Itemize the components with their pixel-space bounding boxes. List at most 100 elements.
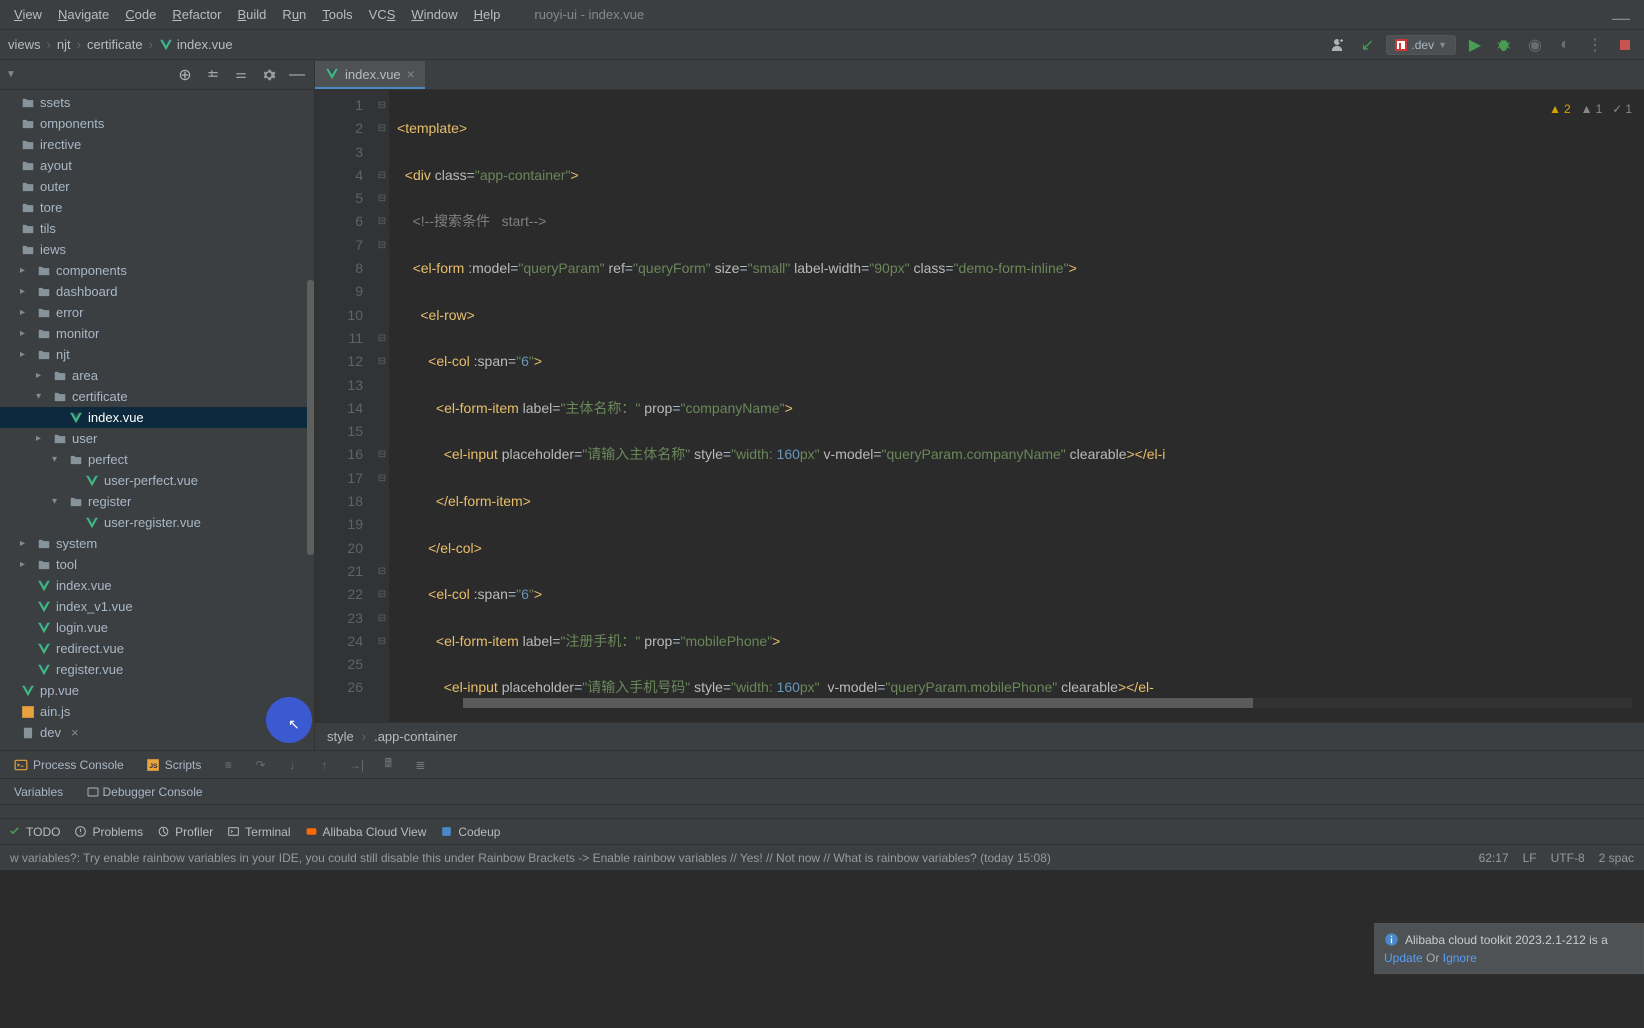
weak-warning-badge[interactable]: ▲ 1 (1581, 98, 1603, 121)
user-add-icon[interactable] (1326, 34, 1348, 56)
tree-item-ayout[interactable]: ayout (0, 155, 314, 176)
menu-window[interactable]: Window (405, 5, 463, 24)
tree-item-njt[interactable]: ▸njt (0, 344, 314, 365)
tree-item-outer[interactable]: outer (0, 176, 314, 197)
tree-item-user-perfect-vue[interactable]: user-perfect.vue (0, 470, 314, 491)
encoding[interactable]: UTF-8 (1551, 851, 1585, 865)
indent[interactable]: 2 spac (1599, 851, 1634, 865)
tree-item-omponents[interactable]: omponents (0, 113, 314, 134)
menu-vcs[interactable]: VCS (363, 5, 402, 24)
settings-icon[interactable] (258, 64, 280, 86)
problems-tab[interactable]: Problems (74, 825, 143, 839)
tree-item-login-vue[interactable]: login.vue (0, 617, 314, 638)
close-icon[interactable]: × (407, 66, 415, 82)
run-button[interactable]: ▶ (1464, 34, 1486, 56)
debug-button[interactable] (1494, 34, 1516, 56)
debugger-console-tab[interactable]: Debugger Console (81, 782, 208, 802)
menu-navigate[interactable]: Navigate (52, 5, 115, 24)
code-breadcrumb[interactable]: style › .app-container (315, 722, 1644, 750)
breadcrumb-item[interactable]: style (327, 729, 354, 744)
breadcrumb-item[interactable]: njt (57, 37, 71, 52)
run-config-selector[interactable]: .dev ▼ (1386, 35, 1456, 55)
codeup-tab[interactable]: Codeup (440, 825, 500, 839)
threads-icon[interactable]: ≡ (217, 754, 239, 776)
tree-item-register-vue[interactable]: register.vue (0, 659, 314, 680)
menu-view[interactable]: View (8, 5, 48, 24)
horizontal-scrollbar[interactable] (463, 698, 1632, 708)
tree-item-irective[interactable]: irective (0, 134, 314, 155)
line-separator[interactable]: LF (1523, 851, 1537, 865)
breadcrumb-item[interactable]: views (8, 37, 41, 52)
tree-item-perfect[interactable]: ▾perfect (0, 449, 314, 470)
tree-item-area[interactable]: ▸area (0, 365, 314, 386)
scrollbar-thumb[interactable] (307, 280, 314, 555)
tree-item-tils[interactable]: tils (0, 218, 314, 239)
tree-item-redirect-vue[interactable]: redirect.vue (0, 638, 314, 659)
step-over-icon[interactable]: ↷ (249, 754, 271, 776)
menu-tools[interactable]: Tools (316, 5, 358, 24)
tree-item-system[interactable]: ▸system (0, 533, 314, 554)
tree-item-iews[interactable]: iews (0, 239, 314, 260)
step-out-icon[interactable]: ↑ (313, 754, 335, 776)
update-link[interactable]: Update (1384, 951, 1423, 965)
menu-build[interactable]: Build (232, 5, 273, 24)
tree-item-monitor[interactable]: ▸monitor (0, 323, 314, 344)
code-area[interactable]: <template> <div class="app-container"> <… (389, 90, 1644, 722)
profiler-icon[interactable]: ◐ (1554, 34, 1576, 56)
tree-item-ain-js[interactable]: ain.js (0, 701, 314, 722)
expand-all-icon[interactable] (202, 64, 224, 86)
menu-code[interactable]: Code (119, 5, 162, 24)
chevron-down-icon[interactable]: ▼ (6, 69, 16, 80)
breadcrumb-item[interactable]: .app-container (374, 729, 457, 744)
attach-icon[interactable]: ⋮ (1584, 34, 1606, 56)
build-hammer-icon[interactable]: ↙ (1356, 34, 1378, 56)
status-message[interactable]: w variables?: Try enable rainbow variabl… (10, 851, 1479, 865)
tree-item-dev[interactable]: dev × (0, 722, 314, 743)
breadcrumb-item[interactable]: index.vue (159, 37, 233, 52)
fold-gutter[interactable]: ⊟⊟⊟⊟⊟⊟⊟⊟⊟⊟⊟⊟⊟⊟ (375, 90, 389, 722)
typo-badge[interactable]: ✓ 1 (1612, 98, 1632, 121)
editor-tab[interactable]: index.vue × (315, 61, 425, 89)
project-tree[interactable]: ssetsomponentsirectiveayoutoutertoretils… (0, 90, 314, 750)
evaluate-icon[interactable]: 🖩 (377, 754, 399, 776)
warning-badge[interactable]: ▲ 2 (1549, 98, 1571, 121)
tree-item-index_v1-vue[interactable]: index_v1.vue (0, 596, 314, 617)
editor-body[interactable]: 1234567891011121314151617181920212223242… (315, 90, 1644, 722)
locate-icon[interactable]: ⊕ (174, 64, 196, 86)
tree-item-tore[interactable]: tore (0, 197, 314, 218)
run-to-cursor-icon[interactable]: →| (345, 754, 367, 776)
tree-item-ssets[interactable]: ssets (0, 92, 314, 113)
scrollbar-thumb[interactable] (463, 698, 1253, 708)
menu-help[interactable]: Help (468, 5, 507, 24)
tree-item-certificate[interactable]: ▾certificate (0, 386, 314, 407)
step-into-icon[interactable]: ↓ (281, 754, 303, 776)
variables-tab[interactable]: Variables (8, 782, 69, 802)
coverage-icon[interactable]: ◉ (1524, 34, 1546, 56)
tree-item-user-register-vue[interactable]: user-register.vue (0, 512, 314, 533)
tree-item-index-vue[interactable]: index.vue (0, 575, 314, 596)
hide-icon[interactable]: — (286, 64, 308, 86)
menu-run[interactable]: Run (276, 5, 312, 24)
caret-position[interactable]: 62:17 (1479, 851, 1509, 865)
menu-refactor[interactable]: Refactor (166, 5, 227, 24)
trace-icon[interactable]: ≣ (409, 754, 431, 776)
alibaba-cloud-tab[interactable]: Alibaba Cloud View (305, 825, 427, 839)
tree-item-pp-vue[interactable]: pp.vue (0, 680, 314, 701)
tree-item-register[interactable]: ▾register (0, 491, 314, 512)
profiler-tab[interactable]: Profiler (157, 825, 213, 839)
tree-item-user[interactable]: ▸user (0, 428, 314, 449)
stop-button[interactable] (1614, 34, 1636, 56)
breadcrumb-item[interactable]: certificate (87, 37, 143, 52)
scripts-tab[interactable]: JS Scripts (140, 755, 208, 775)
tree-item-dashboard[interactable]: ▸dashboard (0, 281, 314, 302)
tree-item-index-vue[interactable]: index.vue (0, 407, 314, 428)
terminal-tab[interactable]: Terminal (227, 825, 290, 839)
process-console-tab[interactable]: Process Console (8, 755, 130, 775)
ignore-link[interactable]: Ignore (1443, 951, 1477, 965)
inspection-widget[interactable]: ▲ 2 ▲ 1 ✓ 1 (1549, 98, 1632, 121)
todo-tab[interactable]: TODO (8, 825, 60, 839)
tree-item-components[interactable]: ▸components (0, 260, 314, 281)
window-minimize-icon[interactable]: — (1612, 8, 1630, 29)
collapse-all-icon[interactable] (230, 64, 252, 86)
tree-item-error[interactable]: ▸error (0, 302, 314, 323)
